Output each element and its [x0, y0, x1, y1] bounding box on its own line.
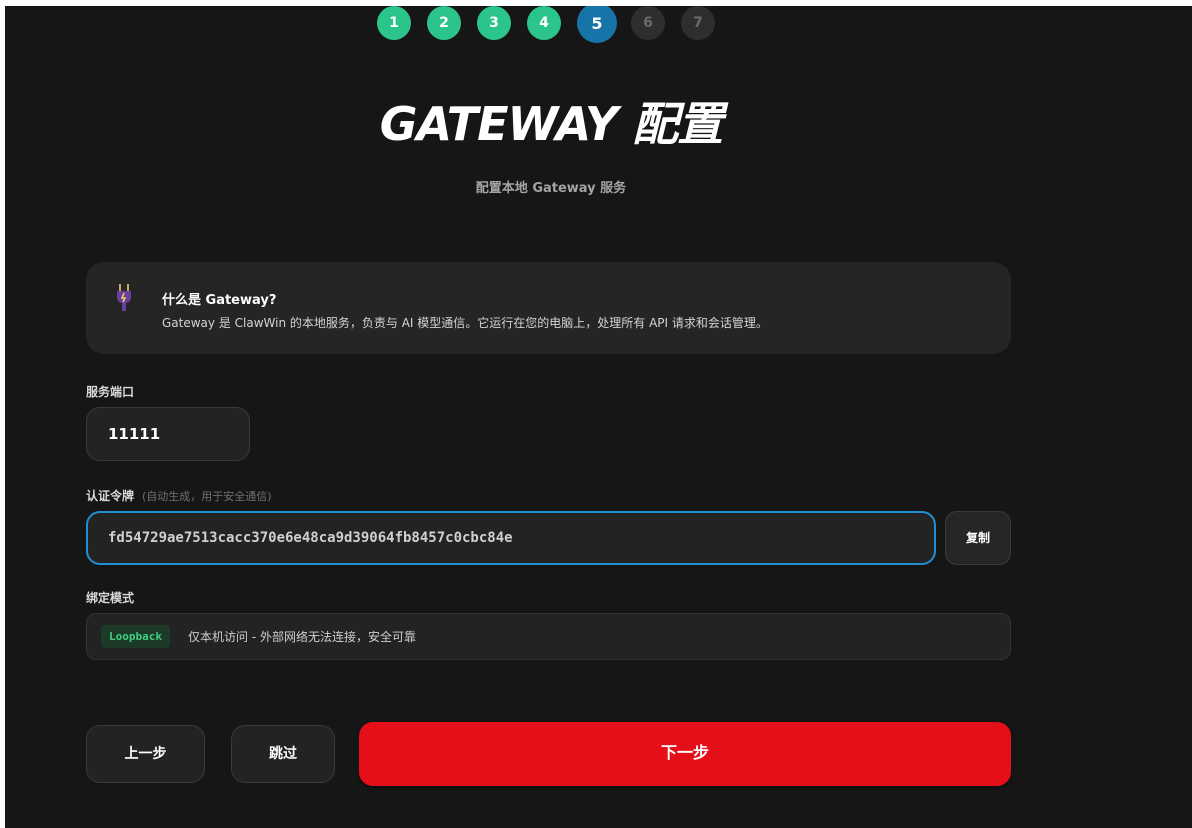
- bind-mode-field[interactable]: Loopback 仅本机访问 - 外部网络无法连接，安全可靠: [86, 613, 1011, 660]
- port-input[interactable]: 11111: [86, 407, 250, 461]
- setup-window: 1 2 3 4 5 6 7 GATEWAY 配置 配置本地 Gateway 服务…: [5, 6, 1192, 828]
- step-6: 6: [631, 6, 665, 40]
- port-label: 服务端口: [86, 385, 135, 399]
- gateway-info-card: 什么是 Gateway? Gateway 是 ClawWin 的本地服务，负责与…: [86, 262, 1011, 354]
- token-input[interactable]: fd54729ae7513cacc370e6e48ca9d39064fb8457…: [86, 511, 936, 565]
- page-title: GATEWAY 配置: [379, 97, 724, 151]
- step-4: 4: [527, 6, 561, 40]
- plug-icon: [117, 284, 131, 311]
- info-description: Gateway 是 ClawWin 的本地服务，负责与 AI 模型通信。它运行在…: [162, 316, 768, 330]
- bind-mode-label: 绑定模式: [86, 591, 135, 605]
- step-1: 1: [377, 6, 411, 40]
- info-title: 什么是 Gateway?: [162, 293, 277, 308]
- token-label-text: 认证令牌: [86, 489, 135, 503]
- back-button[interactable]: 上一步: [86, 725, 205, 783]
- step-7: 7: [681, 6, 715, 40]
- step-indicator: 1 2 3 4 5 6 7: [377, 6, 715, 43]
- loopback-badge: Loopback: [101, 625, 170, 648]
- step-5-current: 5: [577, 6, 617, 43]
- page-subtitle: 配置本地 Gateway 服务: [475, 181, 627, 196]
- bind-mode-description: 仅本机访问 - 外部网络无法连接，安全可靠: [188, 630, 416, 644]
- copy-button[interactable]: 复制: [945, 511, 1011, 565]
- token-label: 认证令牌 (自动生成，用于安全通信): [86, 487, 272, 504]
- step-2: 2: [427, 6, 461, 40]
- step-3: 3: [477, 6, 511, 40]
- next-button[interactable]: 下一步: [359, 722, 1011, 786]
- token-hint: (自动生成，用于安全通信): [142, 490, 272, 503]
- skip-button[interactable]: 跳过: [231, 725, 335, 783]
